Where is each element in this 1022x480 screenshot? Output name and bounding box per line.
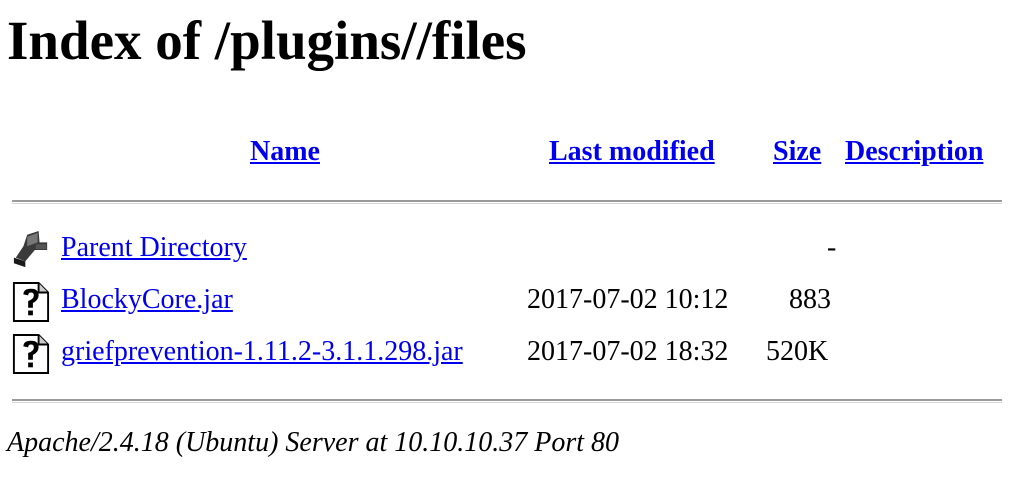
parent-directory-icon xyxy=(13,231,48,268)
sort-by-size-link[interactable]: Size xyxy=(773,134,821,170)
footer-divider xyxy=(12,399,1002,403)
header-divider xyxy=(12,200,1002,204)
file-size: 883 xyxy=(789,284,831,315)
file-link-parent-directory[interactable]: Parent Directory xyxy=(61,230,247,266)
server-signature: Apache/2.4.18 (Ubuntu) Server at 10.10.1… xyxy=(7,427,620,458)
sort-by-name-link[interactable]: Name xyxy=(250,134,320,170)
page-title: Index of /plugins//files xyxy=(7,10,527,71)
file-size: - xyxy=(827,232,837,263)
unknown-file-icon xyxy=(12,282,50,322)
file-size: 520K xyxy=(766,336,829,367)
unknown-file-icon xyxy=(12,334,50,374)
last-modified: 2017-07-02 10:12 xyxy=(527,284,729,315)
sort-by-description-link[interactable]: Description xyxy=(845,134,983,170)
file-link-griefprevention[interactable]: griefprevention-1.11.2-3.1.1.298.jar xyxy=(61,334,463,370)
last-modified: 2017-07-02 18:32 xyxy=(527,336,729,367)
file-link-blockycore[interactable]: BlockyCore.jar xyxy=(61,282,233,318)
sort-by-last-modified-link[interactable]: Last modified xyxy=(549,134,715,170)
